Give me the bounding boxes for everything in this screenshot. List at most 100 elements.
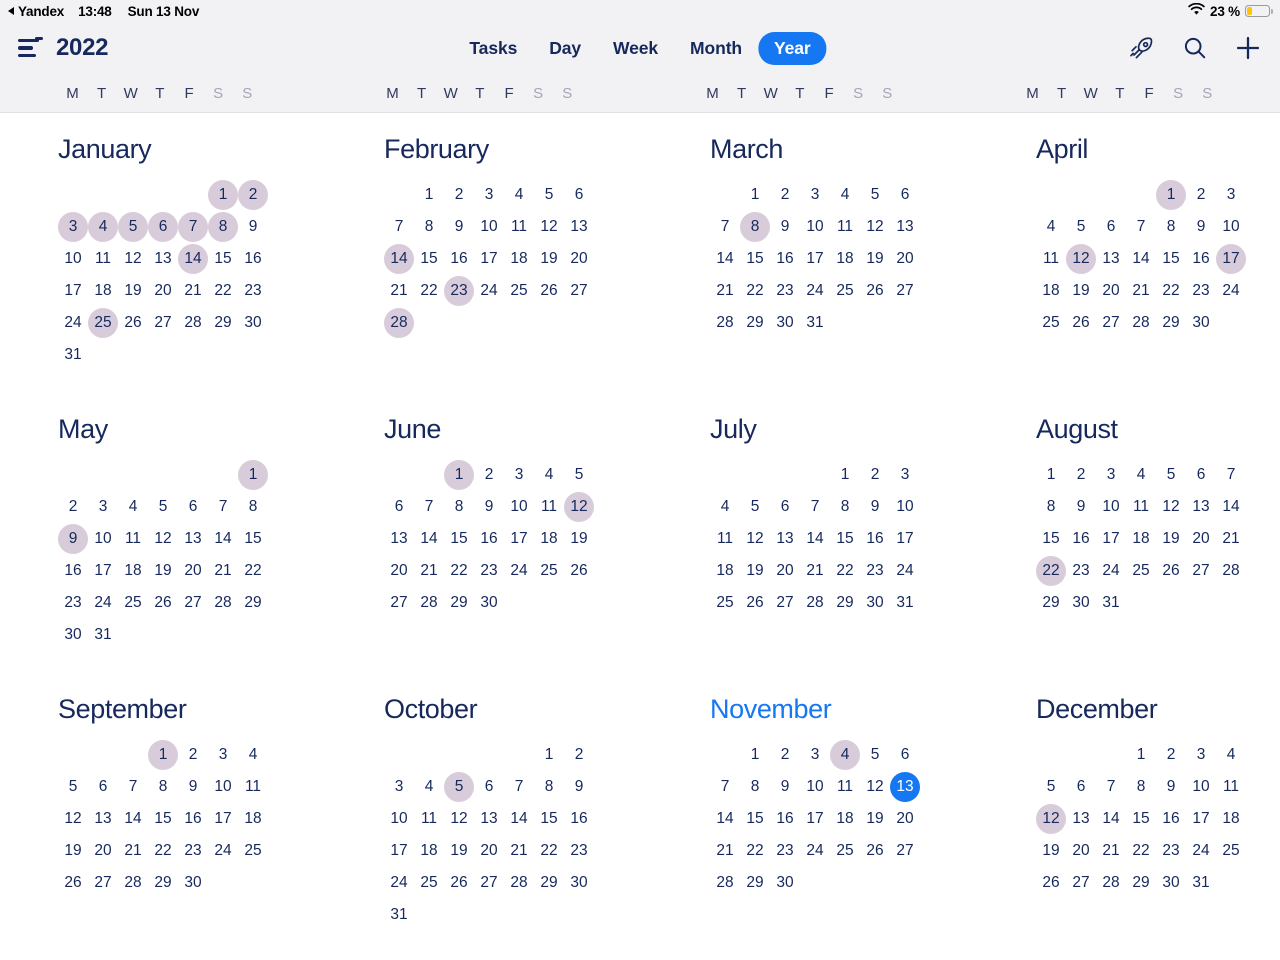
day-cell[interactable]: 29: [1036, 587, 1066, 619]
day-cell[interactable]: 19: [534, 243, 564, 275]
day-cell[interactable]: 12: [118, 243, 148, 275]
day-cell[interactable]: 8: [414, 211, 444, 243]
day-cell[interactable]: 31: [58, 339, 88, 371]
day-cell[interactable]: 20: [770, 555, 800, 587]
day-cell[interactable]: 19: [564, 523, 594, 555]
day-cell[interactable]: 5: [860, 739, 890, 771]
day-cell[interactable]: 23: [474, 555, 504, 587]
day-cell[interactable]: 15: [148, 803, 178, 835]
day-cell[interactable]: 25: [88, 307, 118, 339]
day-cell[interactable]: 2: [238, 179, 268, 211]
day-cell[interactable]: 20: [148, 275, 178, 307]
day-cell[interactable]: 6: [88, 771, 118, 803]
tab-year[interactable]: Year: [758, 31, 827, 65]
day-cell[interactable]: 14: [1216, 491, 1246, 523]
day-cell[interactable]: 15: [208, 243, 238, 275]
day-cell[interactable]: 2: [444, 179, 474, 211]
day-cell[interactable]: 25: [1216, 835, 1246, 867]
day-cell[interactable]: 21: [1126, 275, 1156, 307]
day-cell[interactable]: 7: [208, 491, 238, 523]
day-cell[interactable]: 20: [1096, 275, 1126, 307]
day-cell[interactable]: 12: [148, 523, 178, 555]
day-cell[interactable]: 25: [1126, 555, 1156, 587]
day-cell[interactable]: 29: [148, 867, 178, 899]
day-cell[interactable]: 6: [564, 179, 594, 211]
day-cell[interactable]: 30: [238, 307, 268, 339]
day-cell[interactable]: 24: [890, 555, 920, 587]
month-october[interactable]: October 1 2 3 4 5 6 7 8 9 10 11 12 13 14 15 16 17 18 19 20 21…: [326, 694, 652, 960]
day-cell[interactable]: 17: [890, 523, 920, 555]
day-cell[interactable]: 15: [1126, 803, 1156, 835]
day-cell[interactable]: 19: [740, 555, 770, 587]
day-cell[interactable]: 15: [534, 803, 564, 835]
day-cell[interactable]: 16: [238, 243, 268, 275]
day-cell[interactable]: 12: [1156, 491, 1186, 523]
day-cell[interactable]: 20: [1066, 835, 1096, 867]
day-cell[interactable]: 23: [770, 835, 800, 867]
day-cell[interactable]: 23: [238, 275, 268, 307]
day-cell[interactable]: 24: [800, 275, 830, 307]
day-cell[interactable]: 3: [800, 179, 830, 211]
day-cell[interactable]: 6: [178, 491, 208, 523]
day-cell[interactable]: 3: [890, 459, 920, 491]
day-cell[interactable]: 31: [384, 899, 414, 931]
day-cell[interactable]: 11: [1036, 243, 1066, 275]
day-cell[interactable]: 29: [534, 867, 564, 899]
day-cell[interactable]: 23: [1186, 275, 1216, 307]
day-cell[interactable]: 29: [1156, 307, 1186, 339]
day-cell[interactable]: 2: [770, 179, 800, 211]
day-cell[interactable]: 30: [58, 619, 88, 651]
day-cell[interactable]: 18: [504, 243, 534, 275]
day-cell[interactable]: 12: [1066, 243, 1096, 275]
day-cell[interactable]: 28: [1096, 867, 1126, 899]
day-cell[interactable]: 24: [1096, 555, 1126, 587]
day-cell[interactable]: 16: [1066, 523, 1096, 555]
day-cell[interactable]: 4: [414, 771, 444, 803]
day-cell[interactable]: 1: [1126, 739, 1156, 771]
day-cell[interactable]: 28: [800, 587, 830, 619]
day-cell[interactable]: 23: [444, 275, 474, 307]
day-cell[interactable]: 23: [1156, 835, 1186, 867]
day-cell[interactable]: 30: [770, 867, 800, 899]
day-cell[interactable]: 25: [534, 555, 564, 587]
day-cell[interactable]: 14: [1096, 803, 1126, 835]
day-cell[interactable]: 17: [88, 555, 118, 587]
day-cell[interactable]: 25: [830, 275, 860, 307]
month-june[interactable]: June 1 2 3 4 5 6 7 8 9 10 11 12 13 14 15 16 17 18 19 20 21 22 2…: [326, 414, 652, 695]
day-cell[interactable]: 13: [148, 243, 178, 275]
day-cell[interactable]: 4: [118, 491, 148, 523]
day-cell[interactable]: 10: [504, 491, 534, 523]
day-cell[interactable]: 20: [474, 835, 504, 867]
day-cell[interactable]: 17: [1096, 523, 1126, 555]
day-cell[interactable]: 11: [534, 491, 564, 523]
day-cell[interactable]: 24: [800, 835, 830, 867]
day-cell[interactable]: 16: [444, 243, 474, 275]
day-cell[interactable]: 22: [740, 275, 770, 307]
day-cell[interactable]: 2: [474, 459, 504, 491]
day-cell-today[interactable]: 13: [890, 771, 920, 803]
day-cell[interactable]: 8: [740, 211, 770, 243]
day-cell[interactable]: 23: [564, 835, 594, 867]
day-cell[interactable]: 28: [414, 587, 444, 619]
day-cell[interactable]: 23: [58, 587, 88, 619]
day-cell[interactable]: 10: [208, 771, 238, 803]
day-cell[interactable]: 5: [1036, 771, 1066, 803]
day-cell[interactable]: 27: [384, 587, 414, 619]
day-cell[interactable]: 27: [890, 275, 920, 307]
day-cell[interactable]: 16: [1186, 243, 1216, 275]
day-cell[interactable]: 11: [118, 523, 148, 555]
day-cell[interactable]: 28: [504, 867, 534, 899]
day-cell[interactable]: 13: [1186, 491, 1216, 523]
day-cell[interactable]: 17: [58, 275, 88, 307]
day-cell[interactable]: 6: [148, 211, 178, 243]
day-cell[interactable]: 12: [534, 211, 564, 243]
day-cell[interactable]: 29: [238, 587, 268, 619]
month-september[interactable]: September 1 2 3 4 5 6 7 8 9 10 11 12 13 14 15 16 17 18 19 20…: [0, 694, 326, 960]
day-cell[interactable]: 5: [444, 771, 474, 803]
day-cell[interactable]: 13: [890, 211, 920, 243]
day-cell[interactable]: 30: [474, 587, 504, 619]
day-cell[interactable]: 18: [414, 835, 444, 867]
day-cell[interactable]: 21: [118, 835, 148, 867]
day-cell[interactable]: 15: [1156, 243, 1186, 275]
day-cell[interactable]: 9: [1156, 771, 1186, 803]
